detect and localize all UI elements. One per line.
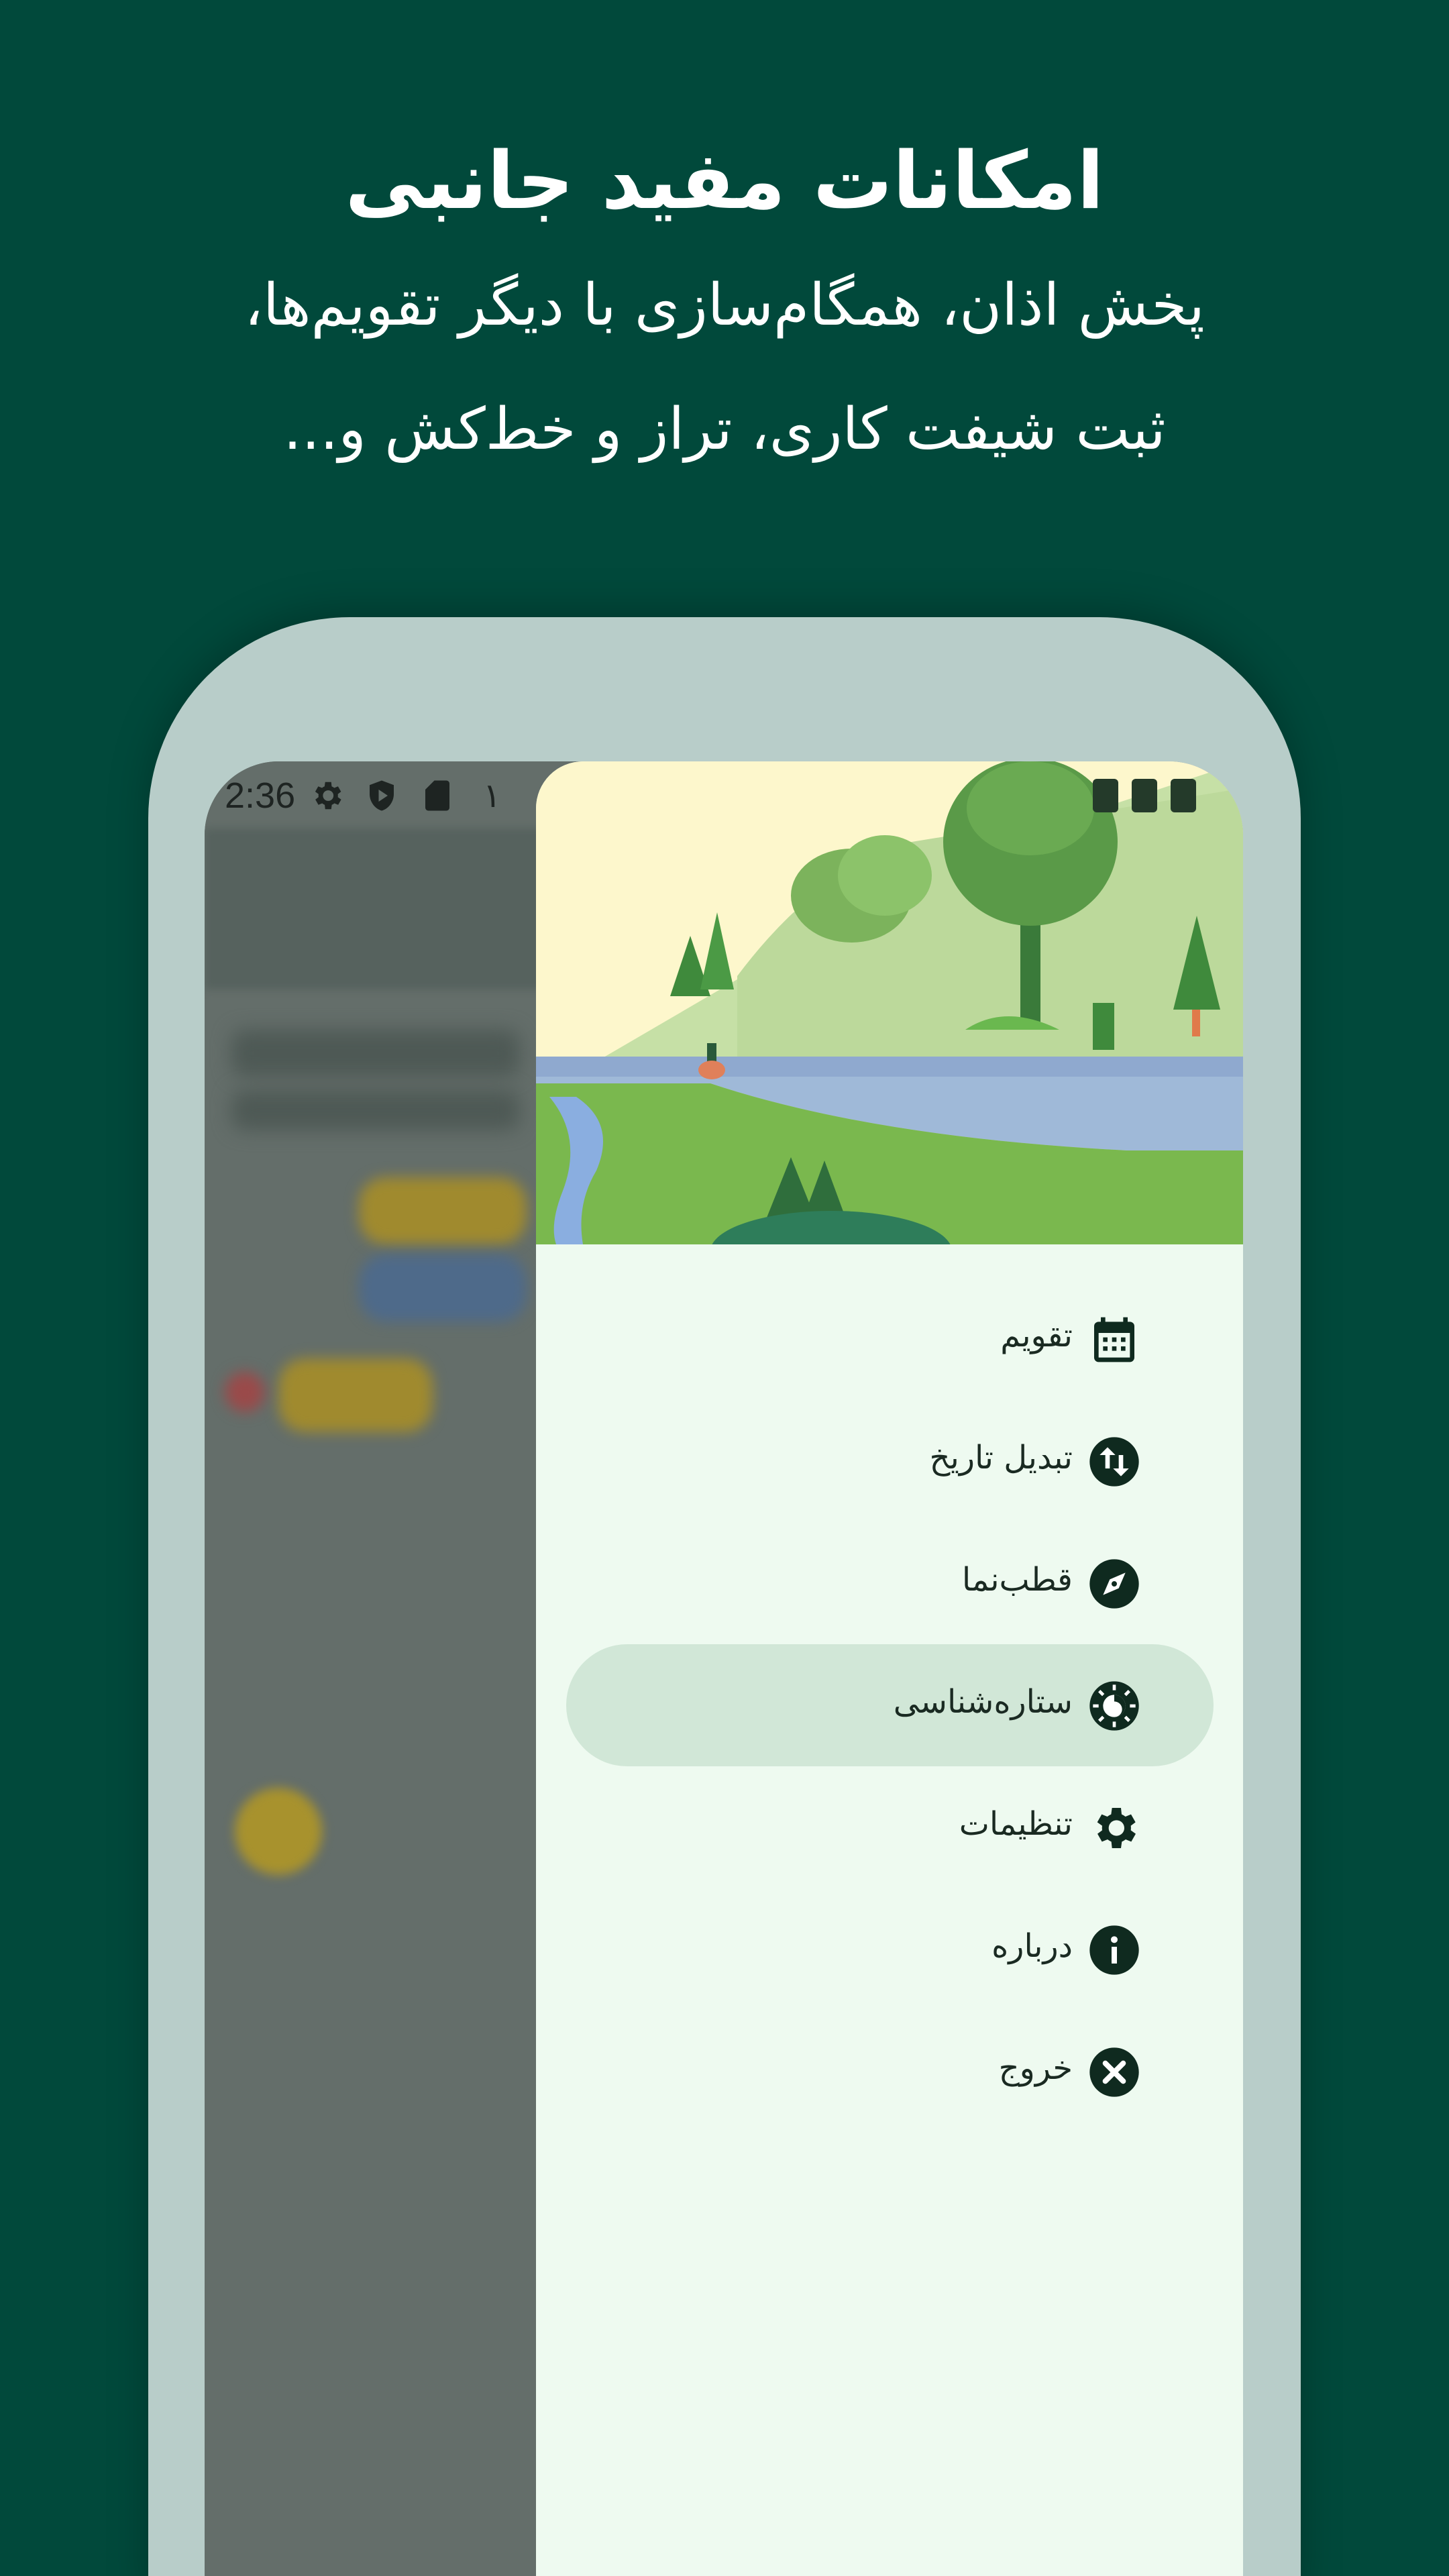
page-subtitle-line-1: پخش اذان، همگام‌سازی با دیگر تقویم‌ها، xyxy=(244,272,1205,339)
blurred-text xyxy=(231,1090,520,1130)
astronomy-icon xyxy=(1087,1679,1141,1733)
sd-card-icon xyxy=(419,777,455,814)
close-circle-icon xyxy=(1087,2045,1141,2099)
blurred-dot xyxy=(225,1372,265,1412)
drawer-item-about[interactable]: درباره xyxy=(566,1888,1214,2010)
drawer-item-label: تقویم xyxy=(1000,1317,1073,1354)
shield-play-icon xyxy=(364,777,400,814)
info-icon xyxy=(1087,1923,1141,1977)
compass-icon xyxy=(1087,1557,1141,1611)
blurred-text xyxy=(231,1030,520,1077)
status-digit: ۱ xyxy=(483,776,501,815)
drawer-header-illustration xyxy=(536,761,1243,1244)
wifi-icon xyxy=(1093,779,1118,812)
drawer-item-label: تبدیل تاریخ xyxy=(929,1439,1073,1477)
drawer-item-compass[interactable]: قطب‌نما xyxy=(566,1522,1214,1644)
drawer-item-label: تنظیمات xyxy=(959,1805,1073,1843)
blurred-event-pill xyxy=(278,1358,433,1432)
convert-arrows-icon xyxy=(1087,1435,1141,1489)
drawer-item-calendar[interactable]: تقویم xyxy=(566,1278,1214,1400)
blurred-event-pill xyxy=(359,1177,527,1244)
drawer-item-label: قطب‌نما xyxy=(961,1561,1073,1599)
signal-icon xyxy=(1132,779,1157,812)
status-time: 2:36 xyxy=(225,775,296,816)
settings-icon xyxy=(309,777,345,814)
blurred-sun xyxy=(235,1788,322,1875)
page-subtitle-line-2: ثبت شیفت کاری، تراز و خط‌کش و... xyxy=(283,396,1166,463)
drawer-item-date-converter[interactable]: تبدیل تاریخ xyxy=(566,1400,1214,1522)
calendar-icon xyxy=(1087,1313,1141,1366)
battery-icon xyxy=(1171,779,1196,812)
drawer-item-label: درباره xyxy=(991,1927,1073,1965)
phone-screen: 2:36 ۱ xyxy=(205,761,1243,2576)
drawer-item-settings[interactable]: تنظیمات xyxy=(566,1766,1214,1888)
blurred-event-pill xyxy=(359,1254,527,1322)
navigation-drawer: تقویم تبدیل تاریخ قطب‌نما ستاره‌شناسی xyxy=(536,761,1243,2576)
drawer-item-label: ستاره‌شناسی xyxy=(893,1683,1073,1721)
page-headline: امکانات مفید جانبی xyxy=(345,134,1104,227)
drawer-item-label: خروج xyxy=(998,2049,1073,2087)
status-right-icons xyxy=(1093,779,1196,812)
gear-icon xyxy=(1087,1801,1141,1855)
drawer-item-astronomy[interactable]: ستاره‌شناسی xyxy=(566,1644,1214,1766)
drawer-item-exit[interactable]: خروج xyxy=(566,2010,1214,2133)
